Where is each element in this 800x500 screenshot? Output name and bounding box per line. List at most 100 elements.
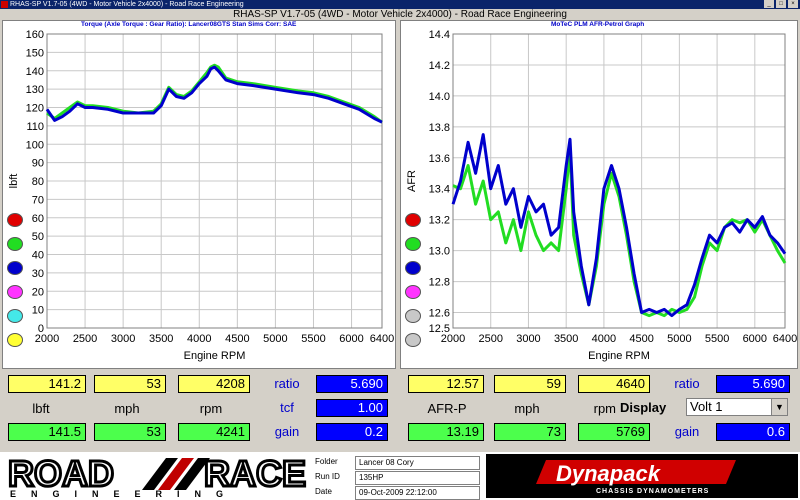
afr-gain-label: gain bbox=[674, 424, 700, 439]
legend-dot-4[interactable] bbox=[405, 309, 421, 323]
minimize-button[interactable]: _ bbox=[764, 0, 774, 8]
app-window: RHAS-SP V1.7-05 (4WD - Motor Vehicle 2x4… bbox=[0, 0, 800, 500]
torque-y-tick-label: 110 bbox=[26, 121, 44, 133]
ratio-label: ratio bbox=[274, 376, 300, 391]
legend-dot-0[interactable] bbox=[405, 213, 421, 227]
app-icon[interactable] bbox=[1, 1, 8, 8]
dynapack-text: Dynapack bbox=[556, 461, 662, 486]
afr-y-tick-label: 13.8 bbox=[429, 122, 450, 134]
lbft-label: lbft bbox=[32, 401, 50, 416]
run-info: Folder Lancer 08 Cory Run ID 135HP Date … bbox=[315, 454, 485, 500]
footer: ROAD RACE ENGINEERING Folder Lancer 08 C… bbox=[0, 452, 800, 500]
afr-p-label: AFR-P bbox=[427, 401, 467, 416]
legend-dot-5[interactable] bbox=[405, 333, 421, 347]
tcf-label: tcf bbox=[280, 400, 294, 415]
afr-rpm-peak-value: 4640 bbox=[578, 375, 650, 393]
torque-y-tick-label: 40 bbox=[32, 250, 44, 262]
mph-label: mph bbox=[114, 401, 140, 416]
torque-y-tick-label: 70 bbox=[32, 194, 44, 206]
rpm-live-value: 4241 bbox=[178, 423, 250, 441]
dynapack-sub-text: CHASSIS DYNAMOMETERS bbox=[596, 488, 709, 495]
maximize-button[interactable]: □ bbox=[776, 0, 786, 8]
logo-engineering-text: ENGINEERING bbox=[10, 489, 238, 498]
road-race-logo: ROAD RACE ENGINEERING bbox=[6, 452, 312, 500]
logo-race-text: RACE bbox=[204, 454, 306, 494]
torque-y-tick-label: 80 bbox=[32, 176, 44, 188]
torque-y-tick-label: 90 bbox=[32, 158, 44, 170]
titlebar-text: RHAS-SP V1.7-05 (4WD - Motor Vehicle 2x4… bbox=[10, 1, 244, 8]
date-value: 09-Oct-2009 22:12:00 bbox=[355, 486, 480, 500]
lbft-peak-value: 141.2 bbox=[8, 375, 86, 393]
afr-y-tick-label: 14.2 bbox=[429, 60, 450, 72]
torque-y-tick-label: 20 bbox=[32, 286, 44, 298]
afr-mph-live-value: 73 bbox=[494, 423, 566, 441]
afr-x-tick-label: 4500 bbox=[629, 333, 653, 345]
legend-dot-1[interactable] bbox=[405, 237, 421, 251]
ratio-field[interactable]: 5.690 bbox=[316, 375, 388, 393]
legend-dot-3[interactable] bbox=[405, 285, 421, 299]
torque-y-tick-label: 30 bbox=[32, 268, 44, 280]
tcf-field[interactable]: 1.00 bbox=[316, 399, 388, 417]
app-title: RHAS-SP V1.7-05 (4WD - Motor Vehicle 2x4… bbox=[233, 9, 567, 20]
close-button[interactable]: × bbox=[788, 0, 798, 8]
afr-series-0-line bbox=[452, 148, 787, 318]
afr-ratio-field[interactable]: 5.690 bbox=[716, 375, 790, 393]
afr-x-tick-label: 5500 bbox=[705, 333, 729, 345]
torque-x-tick-label: 6000 bbox=[339, 333, 363, 345]
legend-dot-1[interactable] bbox=[7, 237, 23, 251]
legend-dot-2[interactable] bbox=[7, 261, 23, 275]
folder-row: Folder Lancer 08 Cory bbox=[315, 456, 485, 470]
window-controls: _ □ × bbox=[764, 0, 798, 8]
logo-road-text: ROAD bbox=[8, 454, 114, 494]
legend-dot-4[interactable] bbox=[7, 309, 23, 323]
gain-field[interactable]: 0.2 bbox=[316, 423, 388, 441]
chevron-down-icon[interactable]: ▼ bbox=[771, 399, 787, 415]
legend-dot-3[interactable] bbox=[7, 285, 23, 299]
afr-peak-value: 12.57 bbox=[408, 375, 484, 393]
afr-gain-field[interactable]: 0.6 bbox=[716, 423, 790, 441]
torque-x-tick-label: 5000 bbox=[263, 333, 287, 345]
folder-label: Folder bbox=[315, 457, 338, 466]
afr-y-axis-label: AFR bbox=[406, 170, 418, 192]
torque-chart-panel: Torque (Axle Torque : Gear Ratio): Lance… bbox=[2, 20, 396, 369]
afr-mph-label: mph bbox=[514, 401, 540, 416]
legend-dot-0[interactable] bbox=[7, 213, 23, 227]
legend-dot-5[interactable] bbox=[7, 333, 23, 347]
window-titlebar[interactable]: RHAS-SP V1.7-05 (4WD - Motor Vehicle 2x4… bbox=[0, 0, 800, 9]
torque-x-tick-label: 3500 bbox=[149, 333, 173, 345]
torque-y-axis-label: lbft bbox=[8, 174, 20, 189]
afr-x-axis-label: Engine RPM bbox=[588, 350, 650, 362]
torque-chart: 2000 2500 3000 3500 4000 4500 5000 5500 6000 6400… bbox=[8, 29, 394, 362]
road-race-logo-graphic: ROAD RACE ENGINEERING bbox=[7, 452, 308, 500]
date-label: Date bbox=[315, 487, 332, 496]
torque-grid bbox=[46, 33, 383, 329]
torque-series-1-line bbox=[45, 65, 383, 124]
torque-x-tick-label: 6400 bbox=[370, 333, 394, 345]
afr-rpm-live-value: 5769 bbox=[578, 423, 650, 441]
afr-live-value: 13.19 bbox=[408, 423, 484, 441]
afr-chart: 2000 2500 3000 3500 4000 4500 5000 5500 6000 6400… bbox=[406, 29, 797, 362]
afr-mph-peak-value: 59 bbox=[494, 375, 566, 393]
torque-x-tick-label: 5500 bbox=[301, 333, 325, 345]
display-select[interactable]: Volt 1 ▼ bbox=[686, 398, 788, 416]
afr-y-tick-label: 12.6 bbox=[429, 308, 450, 320]
afr-y-tick-label: 14.4 bbox=[429, 29, 450, 41]
torque-y-tick-label: 120 bbox=[26, 103, 44, 115]
torque-y-tick-label: 150 bbox=[26, 47, 44, 59]
afr-x-tick-label: 3000 bbox=[516, 333, 540, 345]
afr-y-tick-label: 13.6 bbox=[429, 153, 450, 165]
torque-x-tick-label: 2500 bbox=[73, 333, 97, 345]
torque-y-tick-label: 0 bbox=[38, 323, 44, 335]
torque-y-tick-label: 100 bbox=[26, 139, 44, 151]
torque-y-tick-label: 60 bbox=[32, 213, 44, 225]
rpm-label: rpm bbox=[199, 401, 223, 416]
torque-series-0-line bbox=[46, 63, 383, 124]
dynapack-logo-graphic: Dynapack CHASSIS DYNAMOMETERS bbox=[536, 460, 736, 495]
afr-y-tick-label: 12.5 bbox=[429, 323, 450, 335]
run-id-value: 135HP bbox=[355, 471, 480, 485]
afr-rpm-label: rpm bbox=[593, 401, 616, 416]
run-id-label: Run ID bbox=[315, 472, 340, 481]
torque-y-tick-label: 50 bbox=[32, 231, 44, 243]
run-id-row: Run ID 135HP bbox=[315, 471, 485, 485]
legend-dot-2[interactable] bbox=[405, 261, 421, 275]
